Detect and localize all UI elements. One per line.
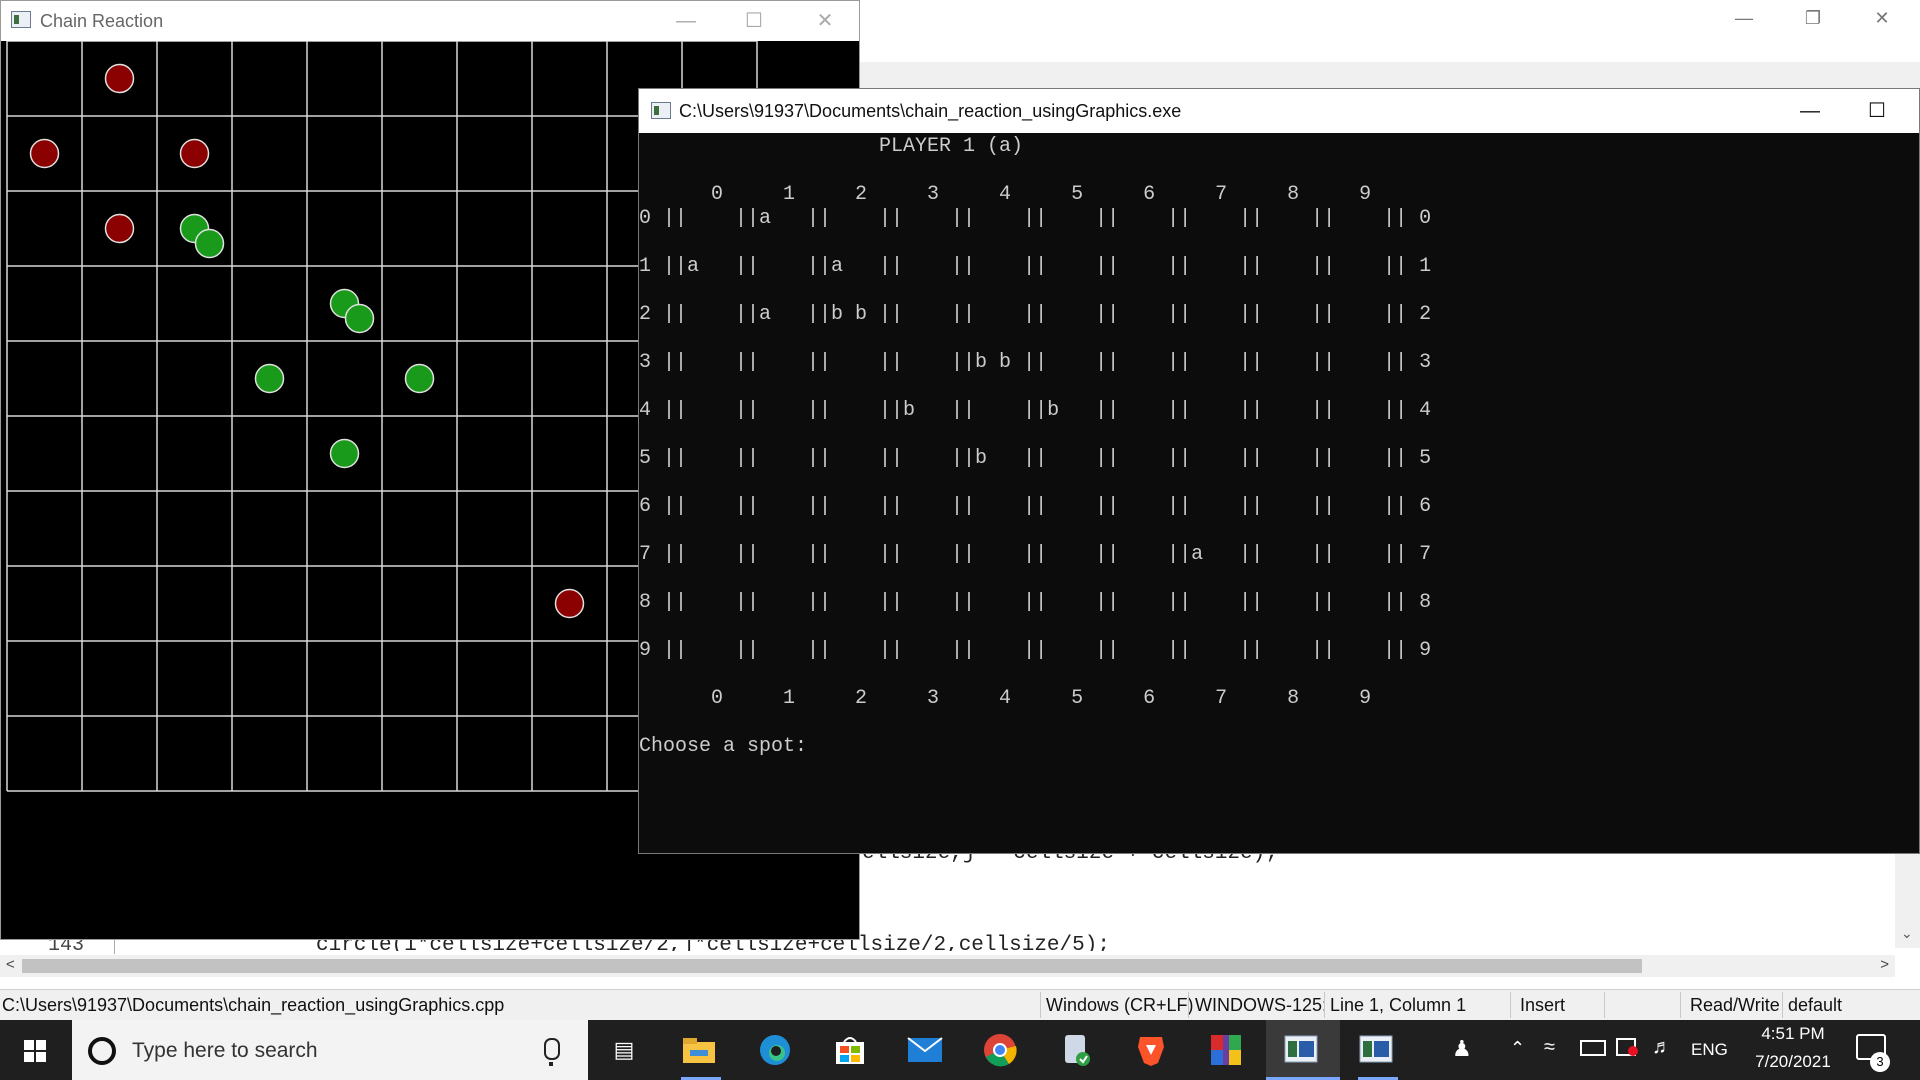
console-line: 2 || ||a ||b b || || || || || || || || 2 xyxy=(639,303,1432,326)
wifi-icon[interactable]: ≈ xyxy=(1544,1036,1555,1059)
scrollbar-thumb[interactable] xyxy=(22,959,1642,973)
clock-time[interactable]: 4:51 PM xyxy=(1748,1024,1838,1044)
green-orb xyxy=(344,303,375,334)
scroll-left-icon[interactable]: < xyxy=(6,956,15,973)
cr-minimize-button[interactable]: — xyxy=(666,7,706,35)
status-encoding[interactable]: WINDOWS-125: xyxy=(1195,995,1325,1016)
ide-restore-button[interactable]: ❐ xyxy=(1793,8,1833,28)
status-profile[interactable]: default xyxy=(1788,995,1842,1016)
status-line-endings[interactable]: Windows (CR+LF) xyxy=(1046,995,1194,1016)
microsoft-store-icon[interactable] xyxy=(832,1032,868,1068)
chain-reaction-title: Chain Reaction xyxy=(40,11,164,31)
scroll-right-icon[interactable]: > xyxy=(1880,956,1889,973)
console-window: C:\Users\91937\Documents\chain_reaction_… xyxy=(638,88,1920,854)
volume-icon[interactable]: ♬ xyxy=(1652,1036,1672,1059)
green-orb xyxy=(194,228,225,259)
console-line: 0 || ||a || || || || || || || || || 0 xyxy=(639,207,1432,230)
start-button[interactable] xyxy=(0,1020,70,1080)
green-orb xyxy=(404,363,435,394)
red-orb xyxy=(554,588,585,619)
red-orb xyxy=(104,63,135,94)
chrome-icon[interactable] xyxy=(982,1032,1018,1068)
console-line: 6 || || || || || || || || || || || 6 xyxy=(639,495,1432,518)
microphone-icon[interactable] xyxy=(544,1038,560,1066)
language-indicator[interactable]: ENG xyxy=(1691,1040,1728,1060)
taskbar-search-box[interactable]: Type here to search xyxy=(72,1020,588,1080)
console-titlebar[interactable]: C:\Users\91937\Documents\chain_reaction_… xyxy=(639,89,1919,133)
console-line: 1 ||a || ||a || || || || || || || || 1 xyxy=(639,255,1432,278)
console-maximize-button[interactable]: ☐ xyxy=(1854,95,1900,127)
console-line: Choose a spot: xyxy=(639,735,808,758)
console-line: PLAYER 1 (a) xyxy=(639,135,1024,158)
console-line: 5 || || || || ||b || || || || || || 5 xyxy=(639,447,1432,470)
cr-close-button[interactable]: ✕ xyxy=(805,7,845,35)
console-taskbar-icon[interactable] xyxy=(1358,1032,1394,1068)
ide-minimize-button[interactable]: — xyxy=(1724,8,1764,28)
console-line: 8 || || || || || || || || || || || 8 xyxy=(639,591,1432,614)
status-access[interactable]: Read/Write xyxy=(1690,995,1780,1016)
console-minimize-button[interactable]: — xyxy=(1787,95,1833,127)
ide-close-button[interactable]: ✕ xyxy=(1862,8,1902,28)
chain-reaction-titlebar[interactable]: Chain Reaction — ☐ ✕ xyxy=(1,1,859,41)
red-orb xyxy=(179,138,210,169)
console-window-icon xyxy=(651,102,671,119)
green-orb xyxy=(254,363,285,394)
console-line: 4 || || || ||b || ||b || || || || || 4 xyxy=(639,399,1432,422)
battery-icon[interactable] xyxy=(1580,1040,1606,1056)
brave-icon[interactable] xyxy=(1133,1032,1169,1068)
winrar-icon[interactable] xyxy=(1208,1032,1244,1068)
console-line: 0 1 2 3 4 5 6 7 8 9 xyxy=(639,687,1372,710)
status-bar: C:\Users\91937\Documents\chain_reaction_… xyxy=(0,989,1920,1021)
taskbar: Type here to search ▤ ♟ ⌃ ≈ ♬ ENG 4:51 P… xyxy=(0,1020,1920,1080)
app-installer-icon[interactable] xyxy=(1058,1032,1094,1068)
windows-logo-icon xyxy=(24,1040,46,1062)
clock-date[interactable]: 7/20/2021 xyxy=(1744,1052,1842,1072)
console-title: C:\Users\91937\Documents\chain_reaction_… xyxy=(679,101,1182,121)
console-line: 3 || || || || ||b b || || || || || || 3 xyxy=(639,351,1432,374)
console-output[interactable]: PLAYER 1 (a) 0 1 2 3 4 5 6 7 8 90 || ||a… xyxy=(639,133,1919,853)
console-line: 7 || || || || || || || ||a || || || 7 xyxy=(639,543,1432,566)
scroll-down-icon[interactable]: ⌄ xyxy=(1901,925,1913,942)
cortana-icon xyxy=(88,1037,116,1065)
horizontal-scrollbar[interactable]: < > xyxy=(0,955,1895,977)
file-explorer-icon[interactable] xyxy=(681,1032,717,1068)
status-insert-mode[interactable]: Insert xyxy=(1520,995,1565,1016)
task-view-icon[interactable]: ▤ xyxy=(606,1032,642,1068)
console-line: 9 || || || || || || || || || || || 9 xyxy=(639,639,1432,662)
notification-count-badge: 3 xyxy=(1870,1052,1890,1072)
edge-icon[interactable] xyxy=(757,1032,793,1068)
chevron-up-icon[interactable]: ⌃ xyxy=(1510,1038,1525,1059)
status-cursor-position[interactable]: Line 1, Column 1 xyxy=(1330,995,1466,1016)
cr-maximize-button[interactable]: ☐ xyxy=(734,7,774,35)
red-orb xyxy=(104,213,135,244)
app-window-icon xyxy=(11,11,31,28)
green-orb xyxy=(329,438,360,469)
search-placeholder: Type here to search xyxy=(132,1039,318,1062)
chain-reaction-taskbar-icon[interactable] xyxy=(1283,1032,1319,1068)
mail-icon[interactable] xyxy=(907,1032,943,1068)
security-icon[interactable] xyxy=(1616,1038,1638,1056)
console-line: 0 1 2 3 4 5 6 7 8 9 xyxy=(639,183,1372,206)
red-orb xyxy=(29,138,60,169)
people-icon[interactable]: ♟ xyxy=(1452,1036,1472,1062)
status-file-path: C:\Users\91937\Documents\chain_reaction_… xyxy=(2,995,505,1015)
